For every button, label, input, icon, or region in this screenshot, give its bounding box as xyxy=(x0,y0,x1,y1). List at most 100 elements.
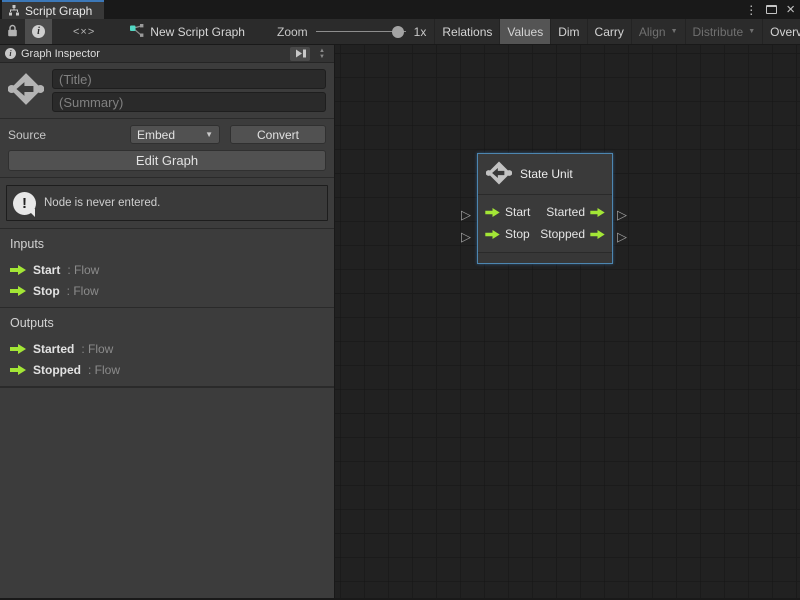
inputs-header: Inputs xyxy=(10,237,326,251)
warning-icon: ! xyxy=(13,192,36,215)
inspector-toggle-button[interactable]: i xyxy=(25,19,52,45)
input-port-start[interactable]: Start xyxy=(485,205,530,219)
port-name: Started xyxy=(33,342,74,356)
lock-icon xyxy=(7,24,18,40)
chevron-down-icon: ▼ xyxy=(205,130,213,139)
zoom-slider[interactable] xyxy=(316,25,406,39)
source-section: Source Embed ▼ Convert Edit Graph xyxy=(0,119,334,177)
titlebar: Script Graph ⋮ × xyxy=(0,0,800,19)
tab-script-graph[interactable]: Script Graph xyxy=(2,0,104,19)
port-label: Stopped xyxy=(540,227,585,241)
node-ports: Start Started Stop Stopped xyxy=(478,195,612,252)
overview-label: Overview xyxy=(770,25,800,39)
output-port-started[interactable]: Started xyxy=(546,205,605,219)
flow-arrow-icon xyxy=(590,208,605,217)
port-label: Started xyxy=(546,205,585,219)
input-port-stop[interactable]: Stop xyxy=(485,227,530,241)
script-graph-window: Script Graph ⋮ × i <×> xyxy=(0,0,800,600)
script-graph-tab-icon xyxy=(8,5,20,16)
output-port-stopped[interactable]: Stopped xyxy=(540,227,605,241)
warning-text: Node is never entered. xyxy=(44,197,160,209)
input-port-row: Stop : Flow xyxy=(8,280,326,301)
chevron-down-icon: ▼ xyxy=(748,28,755,35)
source-value: Embed xyxy=(137,128,175,142)
node-footer xyxy=(478,252,612,263)
titlebar-controls: ⋮ × xyxy=(745,0,795,19)
node-port-row: Stop Stopped xyxy=(485,223,605,245)
dim-label: Dim xyxy=(558,25,579,39)
flow-arrow-icon xyxy=(10,286,26,296)
flow-arrow-icon xyxy=(485,230,500,239)
graph-identity-section xyxy=(0,63,334,119)
outputs-header: Outputs xyxy=(10,316,326,330)
distribute-dropdown[interactable]: Distribute ▼ xyxy=(686,19,764,45)
summary-input[interactable] xyxy=(52,92,326,112)
info-icon: i xyxy=(5,48,16,59)
align-label: Align xyxy=(639,25,666,39)
warning-box: ! Node is never entered. xyxy=(6,185,328,221)
scroll-down-icon[interactable]: ▼ xyxy=(319,54,325,60)
window-menu-icon[interactable]: ⋮ xyxy=(745,4,757,16)
port-name: Stopped xyxy=(33,363,81,377)
output-port-row: Stopped : Flow xyxy=(8,359,326,380)
relations-button[interactable]: Relations xyxy=(435,19,500,45)
edit-graph-button[interactable]: Edit Graph xyxy=(8,150,326,171)
flow-arrow-icon xyxy=(485,208,500,217)
flow-arrow-icon xyxy=(10,265,26,275)
node-graph-icon xyxy=(130,24,144,40)
graph-toolbar: i <×> New Script Graph Zoom 1x xyxy=(0,19,800,45)
state-unit-icon xyxy=(8,70,44,111)
transition-connector-icon[interactable]: ▷ xyxy=(617,230,627,243)
state-unit-node[interactable]: State Unit Start Started Stop xyxy=(477,153,613,264)
port-name: Start xyxy=(33,263,60,277)
source-label: Source xyxy=(8,128,130,142)
graph-inspector-panel: i Graph Inspector ▲ ▼ xyxy=(0,45,335,600)
overview-button[interactable]: Overview xyxy=(763,19,800,45)
dim-button[interactable]: Dim xyxy=(551,19,587,45)
zoom-label: Zoom xyxy=(277,25,308,39)
source-dropdown[interactable]: Embed ▼ xyxy=(130,125,220,144)
lock-button[interactable] xyxy=(0,19,25,45)
outputs-section: Outputs Started : Flow Stopped : Flow xyxy=(0,307,334,387)
relations-label: Relations xyxy=(442,25,492,39)
carry-button[interactable]: Carry xyxy=(588,19,632,45)
output-port-row: Started : Flow xyxy=(8,338,326,359)
port-type: : Flow xyxy=(81,342,113,356)
view-buttons: Relations Values Dim Carry Align ▼ Distr… xyxy=(434,19,800,45)
maximize-icon[interactable] xyxy=(766,5,777,14)
transition-connector-icon[interactable]: ▷ xyxy=(461,230,471,243)
flow-arrow-icon xyxy=(10,365,26,375)
distribute-label: Distribute xyxy=(693,25,744,39)
convert-button[interactable]: Convert xyxy=(230,125,326,144)
close-icon[interactable]: × xyxy=(786,2,795,17)
port-type: : Flow xyxy=(67,263,99,277)
inputs-section: Inputs Start : Flow Stop : Flow xyxy=(0,228,334,307)
code-icon: <×> xyxy=(59,26,109,38)
graph-canvas[interactable]: ▷ ▷ ▷ ▷ State Unit xyxy=(335,45,800,598)
port-type: : Flow xyxy=(88,363,120,377)
align-dropdown[interactable]: Align ▼ xyxy=(632,19,686,45)
inspector-header: i Graph Inspector ▲ ▼ xyxy=(0,45,334,63)
node-header[interactable]: State Unit xyxy=(478,154,612,195)
warning-section: ! Node is never entered. xyxy=(0,177,334,228)
zoom-control: Zoom 1x xyxy=(277,25,426,39)
panel-scroll-arrows[interactable]: ▲ ▼ xyxy=(315,48,329,60)
transition-connector-icon[interactable]: ▷ xyxy=(461,208,471,221)
zoom-value: 1x xyxy=(414,25,427,39)
inspector-empty-area xyxy=(0,387,334,598)
inspector-title: Graph Inspector xyxy=(21,48,100,60)
port-label: Stop xyxy=(505,227,530,241)
port-label: Start xyxy=(505,205,530,219)
values-button[interactable]: Values xyxy=(500,19,551,45)
flow-arrow-icon xyxy=(590,230,605,239)
port-type: : Flow xyxy=(67,284,99,298)
dock-panel-icon[interactable] xyxy=(290,47,310,61)
zoom-slider-thumb[interactable] xyxy=(392,26,404,38)
transition-connector-icon[interactable]: ▷ xyxy=(617,208,627,221)
port-name: Stop xyxy=(33,284,60,298)
preview-code-button[interactable]: <×> xyxy=(52,19,116,45)
values-label: Values xyxy=(507,25,543,39)
title-input[interactable] xyxy=(52,69,326,89)
node-port-row: Start Started xyxy=(485,201,605,223)
tab-label: Script Graph xyxy=(25,4,92,18)
